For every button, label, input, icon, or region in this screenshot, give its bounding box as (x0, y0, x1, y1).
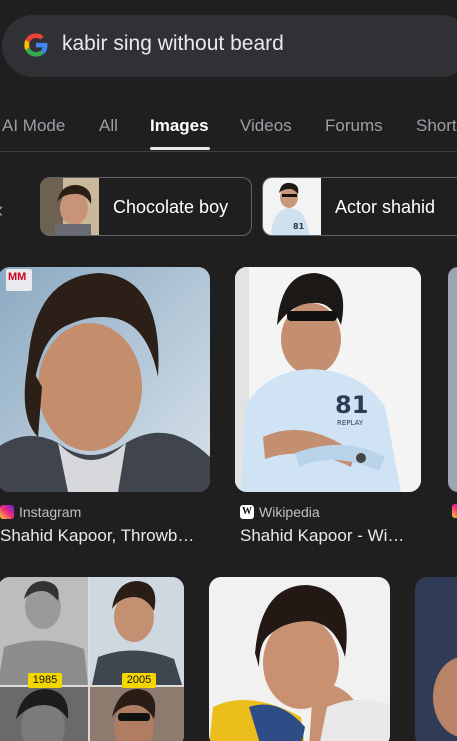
chip-label: Actor shahid (335, 197, 436, 217)
result-image-portrait[interactable] (209, 577, 390, 741)
result-photo (209, 577, 390, 741)
mm-logo: MM (6, 269, 32, 291)
tab-images[interactable]: Images (150, 116, 209, 136)
result-photo (0, 267, 210, 492)
instagram-icon (452, 504, 457, 518)
search-tabs (0, 100, 457, 152)
year-badge: 2005 (122, 673, 156, 688)
tab-videos[interactable]: Videos (240, 116, 292, 136)
tab-forums[interactable]: Forums (325, 116, 383, 136)
tab-shorts[interactable]: Short (416, 116, 457, 136)
result-source (452, 504, 457, 518)
result-image-partial[interactable] (448, 267, 457, 492)
chip-thumbnail (41, 178, 99, 235)
svg-text:81: 81 (293, 222, 305, 231)
result-image-partial[interactable] (415, 577, 457, 741)
chip-actor-shahid[interactable]: 81 Actor shahid (262, 177, 457, 236)
result-image-collage[interactable]: 1985 2005 (0, 577, 184, 741)
tab-all[interactable]: All (99, 116, 118, 136)
result-image-wikipedia[interactable]: 81 REPLAY (235, 267, 421, 492)
chip-label: Chocolate boy (113, 197, 229, 217)
result-source: Instagram (0, 504, 81, 520)
source-label: Wikipedia (259, 504, 320, 520)
search-input[interactable]: kabir sing without beard (62, 32, 284, 56)
result-source: W Wikipedia (240, 504, 320, 520)
svg-text:REPLAY: REPLAY (337, 419, 364, 427)
svg-text:81: 81 (335, 391, 368, 419)
chevron-left-icon[interactable]: ‹ (0, 197, 3, 223)
wikipedia-icon: W (240, 505, 254, 519)
result-title[interactable]: Shahid Kapoor, Throwb… (0, 526, 194, 546)
result-image-instagram[interactable]: MM (0, 267, 210, 492)
source-label: Instagram (19, 504, 82, 520)
google-logo-icon (24, 33, 48, 57)
instagram-icon (0, 505, 14, 519)
result-photo (0, 577, 184, 741)
result-photo: 81 REPLAY (235, 267, 421, 492)
result-title[interactable]: Shahid Kapoor - Wi… (240, 526, 404, 546)
chip-thumbnail: 81 (263, 178, 321, 235)
tab-ai-mode[interactable]: AI Mode (2, 116, 65, 136)
result-photo (415, 577, 457, 741)
year-badge: 1985 (28, 673, 62, 688)
tabs-divider (0, 151, 457, 152)
active-tab-indicator (150, 147, 210, 150)
chip-chocolate-boy[interactable]: Chocolate boy (40, 177, 252, 236)
